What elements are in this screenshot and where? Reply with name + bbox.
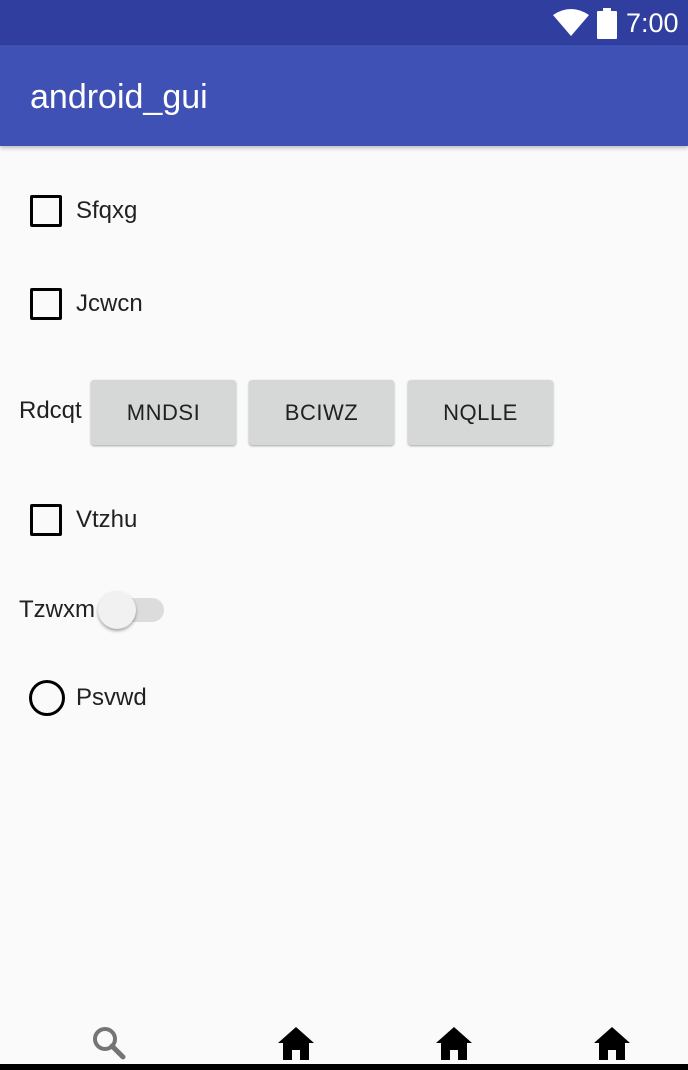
radio-label: Psvwd	[76, 684, 147, 711]
checkbox-row-sfqxg[interactable]: Sfqxg	[30, 194, 137, 228]
checkbox-label: Jcwcn	[76, 290, 143, 317]
home-icon[interactable]	[592, 1024, 632, 1064]
checkbox-label: Sfqxg	[76, 197, 138, 224]
button-group-label: Rdcqt	[19, 397, 82, 424]
checkbox[interactable]	[30, 195, 62, 227]
home-icon[interactable]	[276, 1024, 316, 1064]
status-bar: 7:00	[0, 0, 688, 45]
app-bar: android_gui	[0, 45, 688, 146]
switch-label: Tzwxm	[19, 596, 95, 623]
radio-row-psvwd[interactable]: Psvwd	[29, 680, 147, 716]
checkbox-row-vtzhu[interactable]: Vtzhu	[30, 503, 137, 537]
status-time: 7:00	[626, 8, 679, 38]
radio-button[interactable]	[29, 680, 65, 716]
app-title: android_gui	[30, 78, 208, 116]
wifi-icon	[553, 9, 589, 42]
checkbox-label: Vtzhu	[76, 506, 138, 533]
checkbox[interactable]	[30, 288, 62, 320]
bottom-navigation	[0, 1016, 688, 1070]
checkbox[interactable]	[30, 504, 62, 536]
nav-bar-divider	[0, 1064, 688, 1070]
switch-thumb[interactable]	[98, 591, 136, 629]
nqlle-button[interactable]: NQLLE	[408, 380, 553, 445]
checkbox-row-jcwcn[interactable]: Jcwcn	[30, 287, 143, 321]
battery-icon	[597, 8, 617, 44]
search-icon[interactable]	[90, 1024, 130, 1064]
home-icon[interactable]	[434, 1024, 474, 1064]
bciwz-button[interactable]: BCIWZ	[249, 380, 394, 445]
mndsi-button[interactable]: MNDSI	[91, 380, 236, 445]
